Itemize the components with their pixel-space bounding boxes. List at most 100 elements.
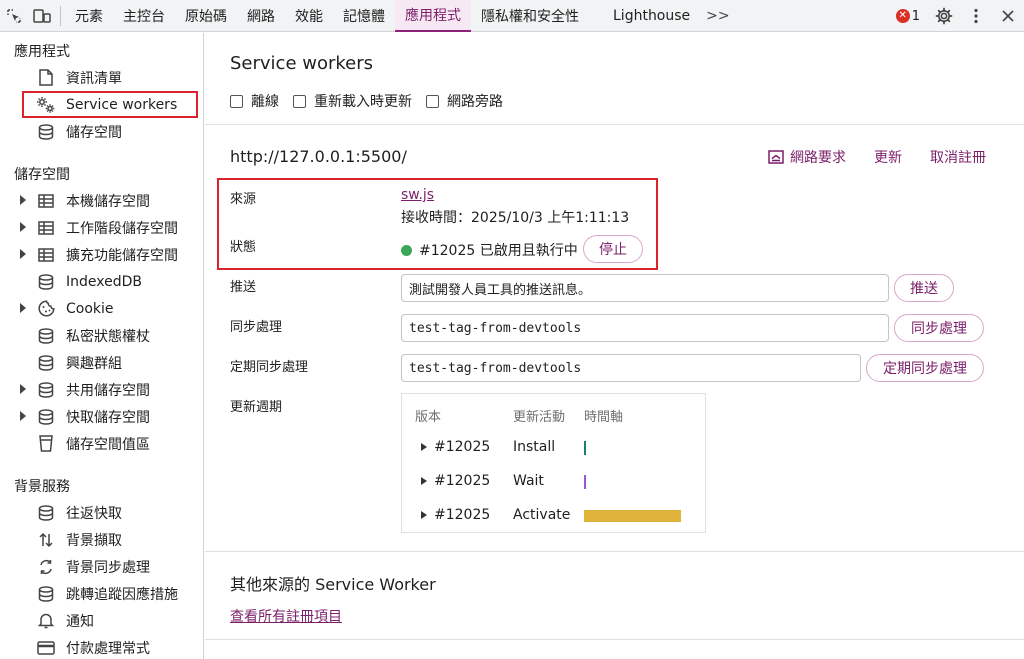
tab-sources[interactable]: 原始碼 — [175, 0, 237, 32]
periodic-sync-label: 定期同步處理 — [230, 360, 309, 375]
sidebar-item-label: 本機儲存空間 — [66, 193, 150, 210]
cycle-row-wait[interactable]: #12025 Wait — [402, 466, 707, 500]
sidebar-item-extension-storage[interactable]: 擴充功能儲存空間 — [0, 241, 203, 268]
sidebar-item-session-storage[interactable]: 工作階段儲存空間 — [0, 214, 203, 241]
expand-arrow-icon[interactable] — [20, 249, 26, 259]
option-label: 離線 — [251, 94, 279, 110]
sidebar-item-label: 快取儲存空間 — [66, 409, 150, 426]
devtools-tabbar: 元素 主控台 原始碼 網路 效能 記憶體 應用程式 隱私權和安全性 Lighth… — [0, 0, 1024, 32]
tab-lighthouse[interactable]: Lighthouse — [589, 0, 700, 32]
source-file-link[interactable]: sw.js — [401, 187, 434, 203]
settings-gear-icon[interactable] — [928, 0, 960, 32]
unregister-link[interactable]: 取消註冊 — [930, 147, 986, 167]
sidebar-item-service-workers[interactable]: Service workers — [22, 91, 198, 118]
sidebar-item-shared-storage[interactable]: 共用儲存空間 — [0, 376, 203, 403]
status-value: #12025 已啟用且執行中 — [401, 240, 578, 260]
tab-network[interactable]: 網路 — [237, 0, 285, 32]
sidebar-item-background-fetch[interactable]: 背景擷取 — [0, 526, 203, 553]
error-count-badge[interactable]: ✕ 1 — [888, 9, 928, 24]
database-icon — [36, 122, 56, 142]
expand-arrow-icon[interactable] — [20, 222, 26, 232]
sidebar-item-cache-storage[interactable]: 快取儲存空間 — [0, 403, 203, 430]
database-icon — [36, 503, 56, 523]
network-requests-icon — [768, 150, 784, 164]
sidebar-item-label: 通知 — [66, 613, 94, 630]
source-label: 來源 — [230, 192, 257, 207]
more-tabs-button[interactable]: >> — [700, 0, 735, 32]
tab-elements[interactable]: 元素 — [65, 0, 113, 32]
tabbar-separator — [60, 5, 61, 26]
gears-icon — [36, 95, 56, 115]
expand-arrow-icon[interactable] — [20, 195, 26, 205]
sidebar-section-background-services: 背景服務 — [14, 478, 70, 495]
see-all-registrations-link[interactable]: 查看所有註冊項目 — [230, 606, 342, 626]
sidebar-item-background-sync[interactable]: 背景同步處理 — [0, 553, 203, 580]
network-requests-link[interactable]: 網路要求 — [768, 147, 846, 167]
sidebar-item-storage[interactable]: 儲存空間 — [0, 118, 203, 145]
tab-memory[interactable]: 記憶體 — [333, 0, 395, 32]
sidebar-item-label: 往返快取 — [66, 505, 122, 522]
credit-card-icon — [36, 638, 56, 658]
option-update-on-reload[interactable]: 重新載入時更新 — [293, 91, 412, 111]
option-offline[interactable]: 離線 — [230, 91, 279, 111]
options-row: 離線 重新載入時更新 網路旁路 — [230, 91, 503, 111]
expand-triangle-icon[interactable] — [421, 477, 427, 485]
update-link[interactable]: 更新 — [874, 147, 902, 167]
expand-arrow-icon[interactable] — [20, 303, 26, 313]
sidebar-item-payment-handler[interactable]: 付款處理常式 — [0, 634, 203, 659]
sidebar-item-storage-buckets[interactable]: 儲存空間值區 — [0, 430, 203, 457]
tab-performance[interactable]: 效能 — [285, 0, 333, 32]
sidebar-item-label: 私密狀態權杖 — [66, 328, 150, 345]
panel-header: Service workers 離線 重新載入時更新 網路旁路 — [205, 33, 1024, 125]
expand-triangle-icon[interactable] — [421, 443, 427, 451]
periodic-sync-button[interactable]: 定期同步處理 — [866, 354, 984, 382]
sidebar-item-manifest[interactable]: 資訊清單 — [0, 64, 203, 91]
sync-tag-input[interactable]: test-tag-from-devtools — [401, 314, 889, 342]
device-toolbar-icon[interactable] — [28, 0, 56, 32]
option-bypass-network[interactable]: 網路旁路 — [426, 91, 503, 111]
status-running-icon — [401, 245, 412, 256]
sidebar-item-local-storage[interactable]: 本機儲存空間 — [0, 187, 203, 214]
cycle-row-install[interactable]: #12025 Install — [402, 432, 707, 466]
origin-actions: 網路要求 更新 取消註冊 — [768, 147, 986, 167]
network-requests-label: 網路要求 — [790, 150, 846, 166]
push-label: 推送 — [230, 280, 257, 295]
sync-icon — [36, 557, 56, 577]
sidebar-item-bfcache[interactable]: 往返快取 — [0, 499, 203, 526]
expand-arrow-icon[interactable] — [20, 384, 26, 394]
push-button[interactable]: 推送 — [894, 274, 954, 302]
sidebar-item-interest-groups[interactable]: 興趣群組 — [0, 349, 203, 376]
tab-application[interactable]: 應用程式 — [395, 0, 471, 32]
table-icon — [36, 218, 56, 238]
offline-checkbox[interactable] — [230, 94, 243, 108]
sidebar-item-private-state-tokens[interactable]: 私密狀態權杖 — [0, 322, 203, 349]
cycle-row-activate[interactable]: #12025 Activate — [402, 500, 707, 534]
sidebar-item-cookie[interactable]: Cookie — [0, 295, 203, 322]
update-cycle-label: 更新週期 — [230, 400, 283, 415]
sidebar-item-indexeddb[interactable]: IndexedDB — [0, 268, 203, 295]
application-sidebar: 應用程式 資訊清單 Service workers 儲存空間 儲存空間 本機儲存… — [0, 33, 204, 659]
expand-triangle-icon[interactable] — [421, 511, 427, 519]
tab-privacy-security[interactable]: 隱私權和安全性 — [471, 0, 589, 32]
update-on-reload-checkbox[interactable] — [293, 94, 306, 108]
cycle-version: #12025 — [434, 473, 491, 489]
more-options-icon[interactable] — [960, 0, 992, 32]
bypass-network-checkbox[interactable] — [426, 94, 439, 108]
sync-button[interactable]: 同步處理 — [894, 314, 984, 342]
tab-console[interactable]: 主控台 — [113, 0, 175, 32]
cycle-activity: Activate — [513, 507, 571, 523]
close-icon[interactable] — [992, 0, 1024, 32]
expand-arrow-icon[interactable] — [20, 411, 26, 421]
sidebar-item-bounce-tracking[interactable]: 跳轉追蹤因應措施 — [0, 580, 203, 607]
inspect-element-icon[interactable] — [0, 0, 28, 32]
periodic-sync-tag-input[interactable]: test-tag-from-devtools — [401, 354, 861, 382]
cycle-activity: Install — [513, 439, 556, 455]
cookie-icon — [36, 299, 56, 319]
option-label: 重新載入時更新 — [314, 94, 412, 110]
stop-button[interactable]: 停止 — [583, 235, 643, 263]
database-icon — [36, 407, 56, 427]
table-icon — [36, 245, 56, 265]
sidebar-item-notifications[interactable]: 通知 — [0, 607, 203, 634]
push-message-input[interactable]: 測試開發人員工具的推送訊息。 — [401, 274, 889, 302]
